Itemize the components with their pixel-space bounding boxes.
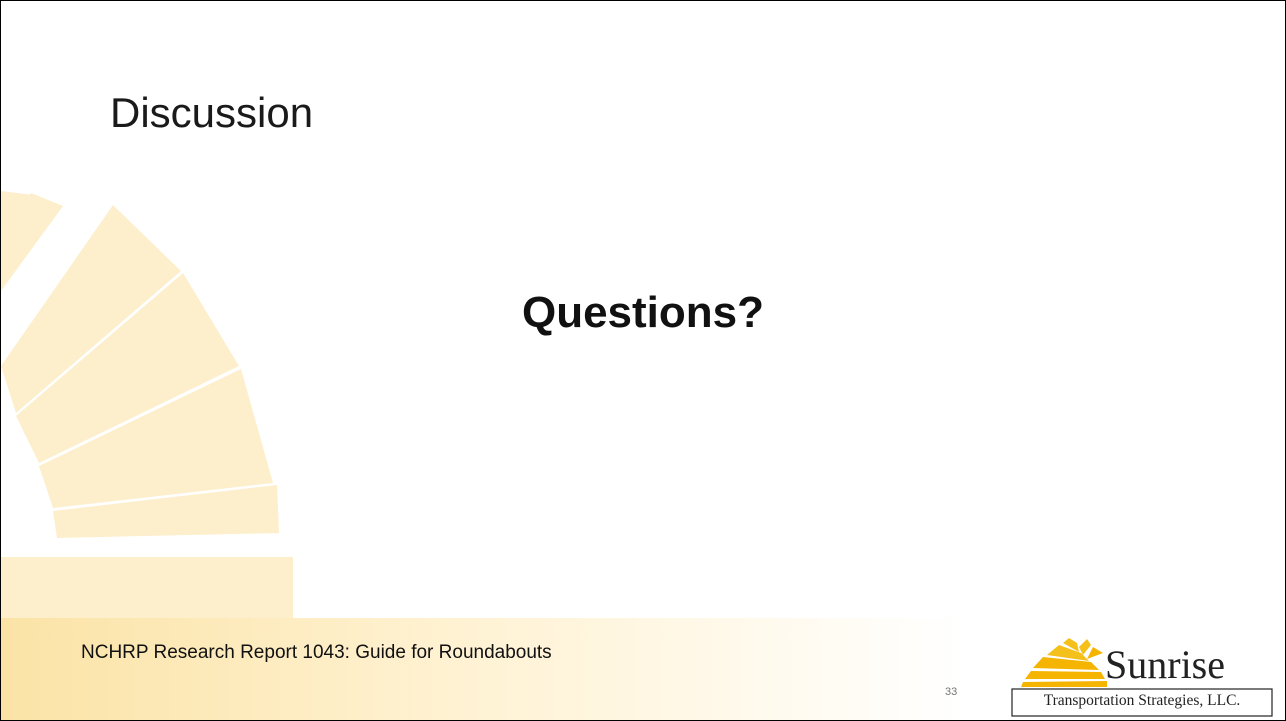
footer-report-title: NCHRP Research Report 1043: Guide for Ro… [81, 642, 552, 663]
logo-tagline: Transportation Strategies, LLC. [1043, 692, 1241, 709]
slide-title: Discussion [110, 89, 314, 136]
slide: Discussion Questions? NCHRP Research Rep… [0, 0, 1286, 721]
logo-wordmark: Sunrise [1105, 642, 1225, 687]
page-number: 33 [945, 686, 958, 698]
questions-text: Questions? [521, 288, 765, 337]
